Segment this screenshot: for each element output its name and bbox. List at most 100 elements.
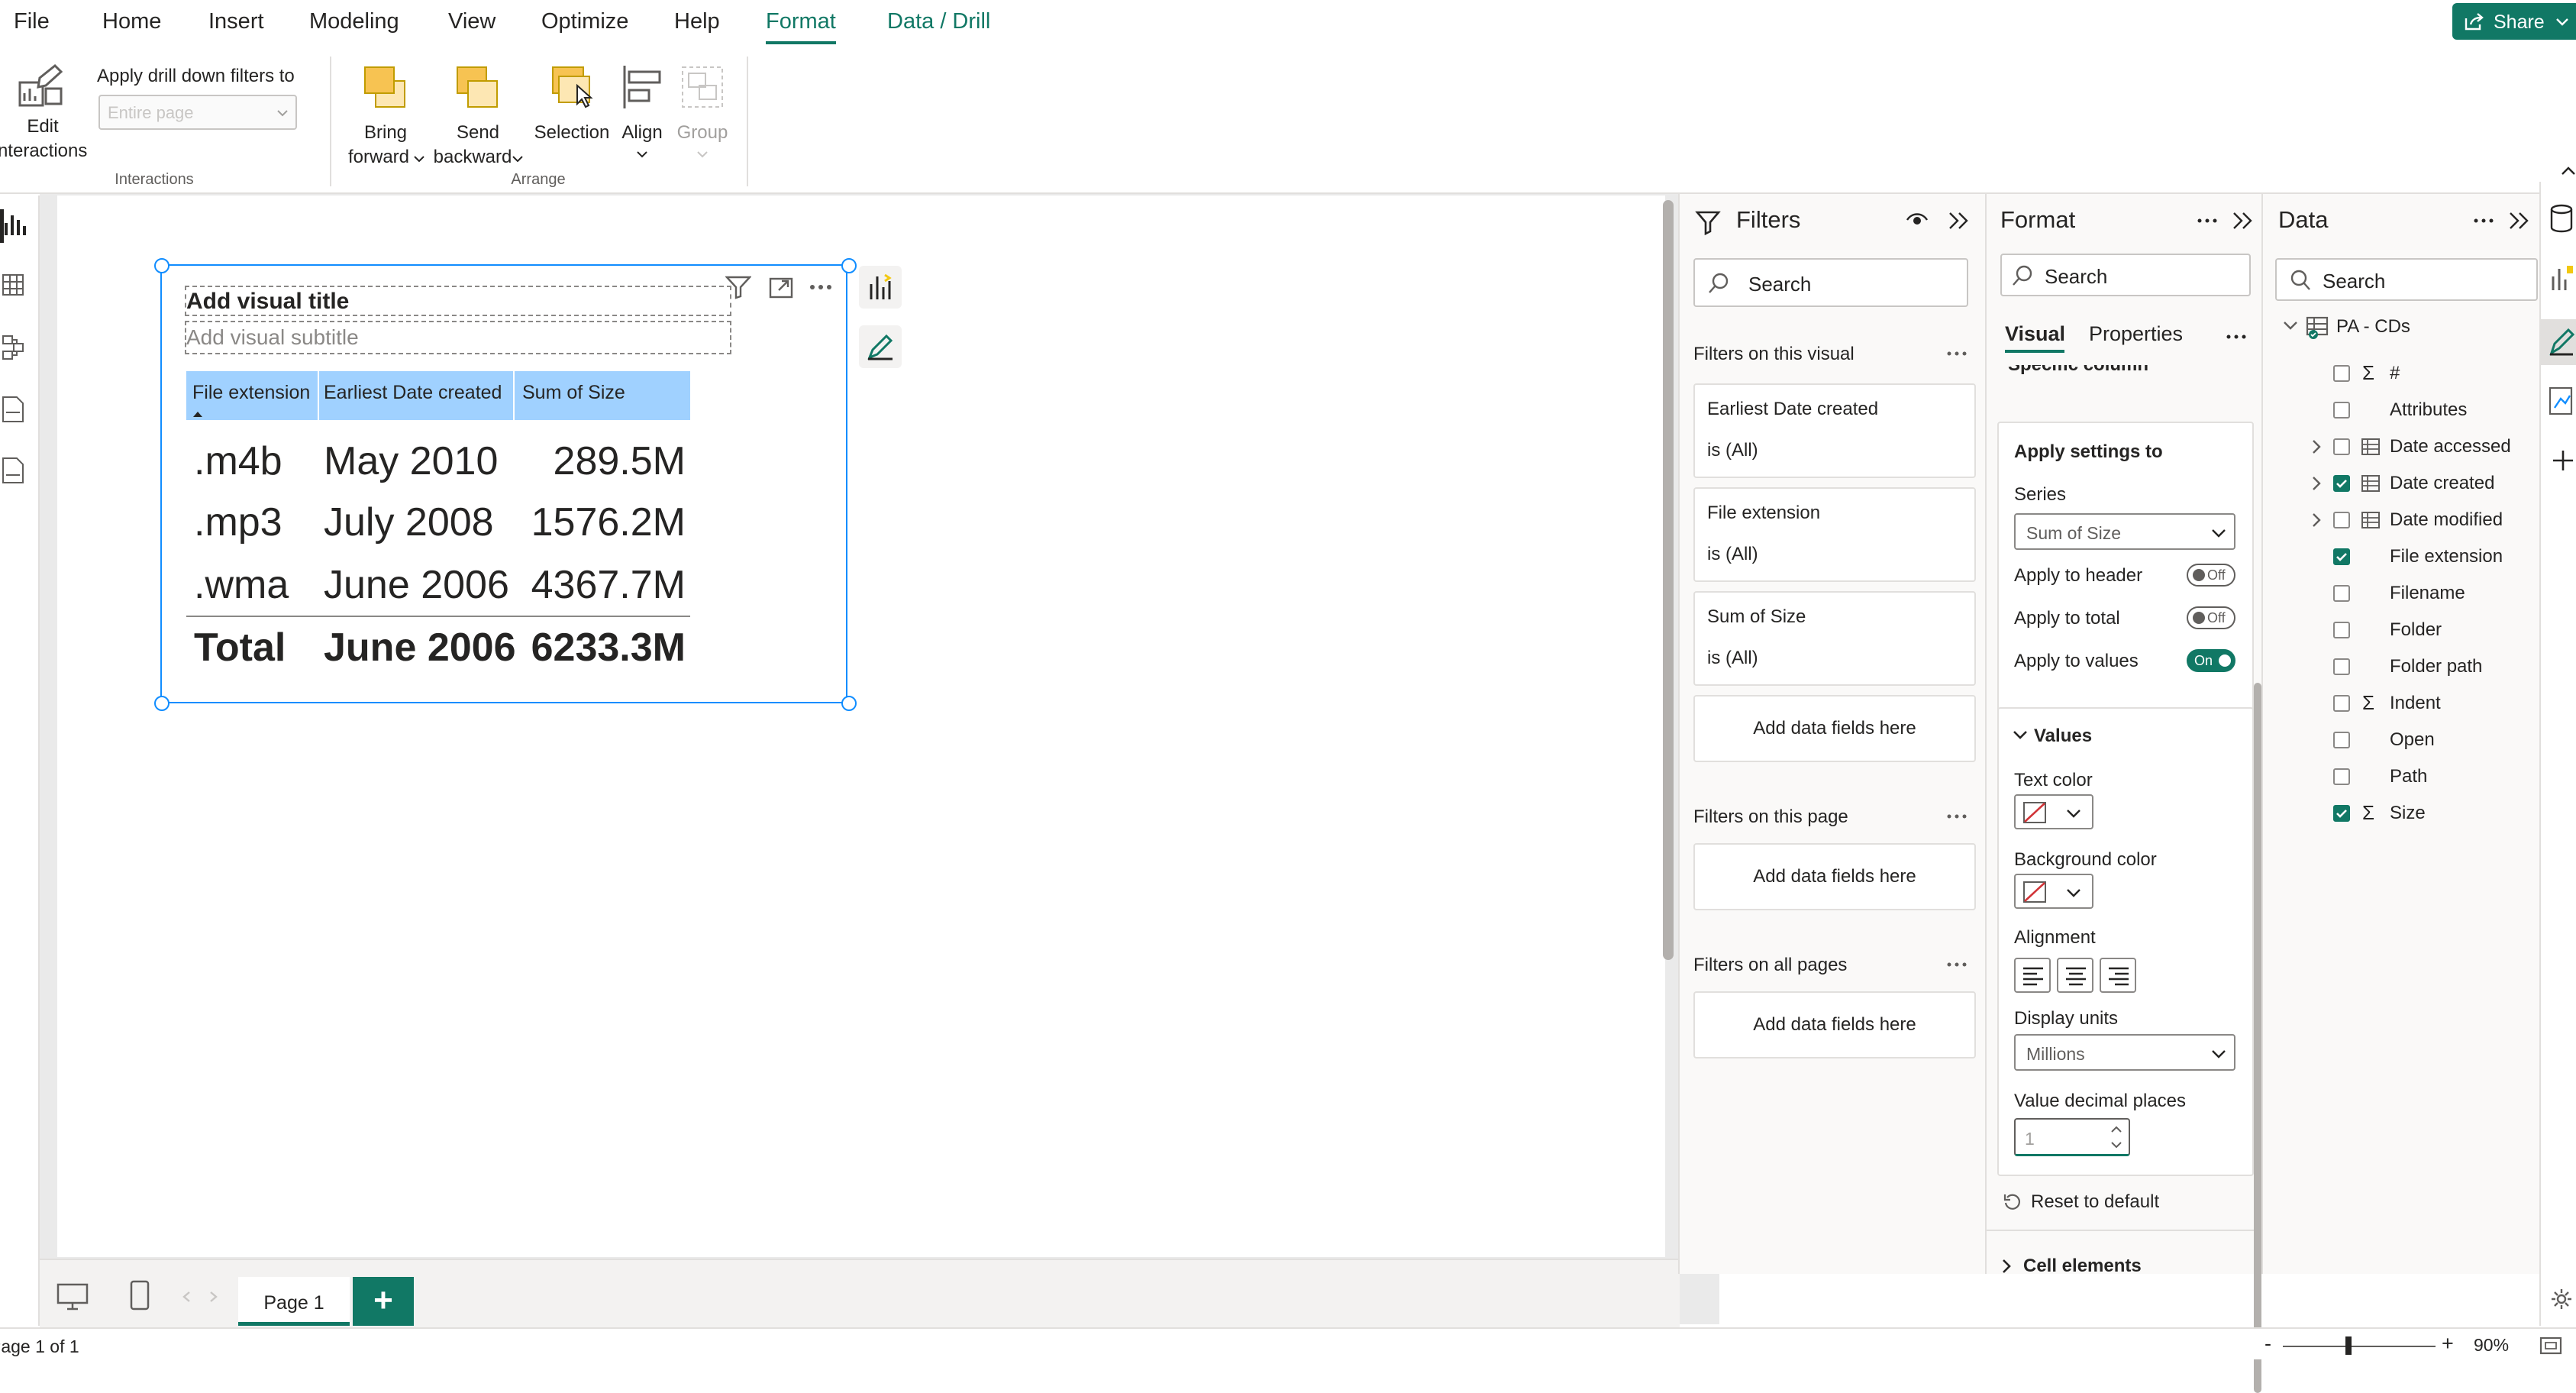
- add-pane-icon[interactable]: [2552, 449, 2574, 472]
- send-backward-button[interactable]: Send backward: [431, 57, 525, 171]
- selection-button[interactable]: Selection: [530, 57, 614, 171]
- field-checkbox[interactable]: [2333, 402, 2350, 419]
- collapse-pane-icon[interactable]: [1947, 211, 1970, 231]
- menu-file[interactable]: File: [14, 9, 50, 34]
- reset-to-default-button[interactable]: Reset to default: [2031, 1191, 2159, 1213]
- text-color-picker[interactable]: [2014, 794, 2093, 829]
- chevron-right-icon[interactable]: [2002, 1259, 2013, 1274]
- menu-format[interactable]: Format: [766, 9, 836, 34]
- apply-to-header-toggle[interactable]: Off: [2187, 564, 2235, 587]
- format-visual-button[interactable]: [859, 325, 902, 368]
- edit-interactions-button[interactable]: Edit interactions: [0, 57, 87, 163]
- tab-visual[interactable]: Visual: [2005, 322, 2065, 346]
- desktop-layout-icon[interactable]: [56, 1283, 89, 1311]
- menu-insert[interactable]: Insert: [208, 9, 264, 34]
- column-header-earliest-date[interactable]: Earliest Date created: [324, 382, 502, 404]
- data-table-name[interactable]: PA - CDs: [2336, 316, 2410, 338]
- data-field-row[interactable]: Folder: [2263, 613, 2538, 647]
- stepper-up-icon[interactable]: [2110, 1126, 2122, 1133]
- zoom-slider-thumb[interactable]: [2345, 1336, 2352, 1355]
- format-pane-scrollbar[interactable]: [2254, 683, 2261, 1393]
- chevron-up-icon[interactable]: [2561, 165, 2576, 176]
- fit-to-page-icon[interactable]: [2539, 1336, 2562, 1355]
- page-tab-1[interactable]: Page 1: [238, 1277, 350, 1326]
- apply-to-total-toggle[interactable]: Off: [2187, 606, 2235, 629]
- apply-to-values-toggle[interactable]: On: [2187, 649, 2235, 672]
- zoom-in-button[interactable]: +: [2442, 1332, 2454, 1356]
- apply-drill-dropdown[interactable]: Entire page: [98, 95, 297, 130]
- canvas-scrollbar-vertical[interactable]: [1663, 200, 1674, 960]
- bring-forward-button[interactable]: Bring forward: [344, 57, 428, 171]
- report-canvas[interactable]: Add visual title Add visual subtitle Fil…: [42, 196, 1665, 1269]
- visual-title-box[interactable]: Add visual title: [185, 286, 731, 316]
- data-field-row[interactable]: Date modified: [2263, 503, 2538, 537]
- chevron-right-icon[interactable]: [2312, 476, 2323, 491]
- field-checkbox[interactable]: [2333, 732, 2350, 748]
- data-field-row[interactable]: Path: [2263, 760, 2538, 793]
- share-button[interactable]: Share: [2452, 3, 2576, 40]
- menu-home[interactable]: Home: [102, 9, 161, 34]
- collapse-pane-icon[interactable]: [2507, 211, 2530, 231]
- field-checkbox[interactable]: [2333, 548, 2350, 565]
- field-checkbox[interactable]: [2333, 805, 2350, 822]
- settings-gear-icon[interactable]: [2550, 1288, 2573, 1311]
- zoom-out-button[interactable]: -: [2264, 1332, 2271, 1356]
- field-checkbox[interactable]: [2333, 365, 2350, 382]
- collapse-pane-icon[interactable]: [2231, 211, 2254, 231]
- filter-card-earliest-date[interactable]: Earliest Date created is (All): [1693, 383, 1976, 478]
- add-data-fields-page[interactable]: Add data fields here: [1693, 843, 1976, 910]
- table-visual[interactable]: Add visual title Add visual subtitle Fil…: [154, 258, 857, 711]
- menu-help[interactable]: Help: [674, 9, 720, 34]
- tmdl-view-icon[interactable]: [2, 457, 24, 484]
- data-field-row[interactable]: Attributes: [2263, 393, 2538, 427]
- more-options-icon[interactable]: [2197, 218, 2217, 223]
- field-checkbox[interactable]: [2333, 585, 2350, 602]
- field-checkbox[interactable]: [2333, 622, 2350, 638]
- align-center-button[interactable]: [2057, 958, 2093, 993]
- add-data-fields-visual[interactable]: Add data fields here: [1693, 695, 1976, 762]
- resize-handle[interactable]: [841, 258, 857, 273]
- zoom-slider-track[interactable]: [2283, 1346, 2436, 1347]
- align-left-button[interactable]: [2014, 958, 2051, 993]
- field-checkbox[interactable]: [2333, 512, 2350, 528]
- field-checkbox[interactable]: [2333, 475, 2350, 492]
- group-button[interactable]: Group: [672, 57, 733, 171]
- focus-mode-icon[interactable]: [768, 275, 794, 299]
- filters-search-input[interactable]: Search: [1693, 258, 1968, 307]
- next-page-icon[interactable]: [209, 1291, 218, 1303]
- more-options-icon[interactable]: [809, 284, 832, 290]
- model-view-icon[interactable]: [2, 335, 24, 360]
- previous-page-icon[interactable]: [182, 1291, 191, 1303]
- data-search-input[interactable]: Search: [2275, 258, 2538, 301]
- format-pane-icon[interactable]: [2549, 325, 2574, 356]
- field-checkbox[interactable]: [2333, 695, 2350, 712]
- chevron-down-icon[interactable]: [2013, 730, 2028, 741]
- analytics-pane-icon[interactable]: [2549, 386, 2574, 417]
- report-view-icon[interactable]: [3, 212, 26, 238]
- field-checkbox[interactable]: [2333, 658, 2350, 675]
- more-options-icon[interactable]: [2474, 218, 2494, 223]
- more-options-icon[interactable]: [2226, 335, 2246, 339]
- visual-subtitle-box[interactable]: Add visual subtitle: [185, 321, 731, 354]
- menu-optimize[interactable]: Optimize: [541, 9, 628, 34]
- resize-handle[interactable]: [841, 696, 857, 711]
- format-search-input[interactable]: Search: [2000, 254, 2251, 296]
- data-field-row[interactable]: Date created: [2263, 467, 2538, 500]
- data-pane-icon[interactable]: [2549, 203, 2574, 234]
- data-field-row[interactable]: Σ #: [2263, 357, 2538, 390]
- column-header-file-extension[interactable]: File extension: [192, 382, 310, 404]
- menu-data-drill[interactable]: Data / Drill: [887, 9, 990, 34]
- resize-handle[interactable]: [154, 258, 169, 273]
- data-field-row[interactable]: Σ Size: [2263, 797, 2538, 830]
- add-page-button[interactable]: +: [353, 1277, 414, 1326]
- tab-properties[interactable]: Properties: [2089, 322, 2183, 346]
- data-field-row[interactable]: Date accessed: [2263, 430, 2538, 464]
- decimal-places-stepper[interactable]: 1: [2014, 1118, 2130, 1156]
- data-field-row[interactable]: Filename: [2263, 577, 2538, 610]
- cell-elements-section[interactable]: Cell elements: [2023, 1256, 2142, 1277]
- build-visual-button[interactable]: [859, 266, 902, 309]
- filter-card-sum-of-size[interactable]: Sum of Size is (All): [1693, 591, 1976, 686]
- menu-modeling[interactable]: Modeling: [309, 9, 399, 34]
- column-header-sum-of-size[interactable]: Sum of Size: [522, 382, 625, 404]
- menu-view[interactable]: View: [448, 9, 496, 34]
